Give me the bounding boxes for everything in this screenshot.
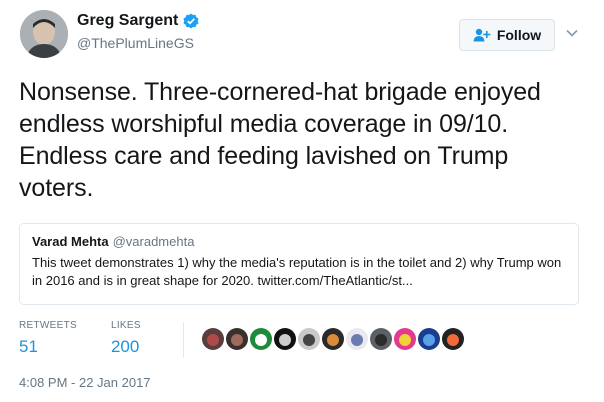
likes-label: LIKES [110, 320, 141, 331]
author-handle[interactable]: @ThePlumLineGS [77, 35, 194, 51]
quoted-author-name: Varad Mehta [32, 234, 109, 249]
liker-avatar[interactable] [417, 328, 440, 350]
avatar-photo-icon [225, 328, 248, 350]
liker-avatar[interactable] [273, 328, 296, 350]
tweet-text: Nonsense. Three-cornered-hat brigade enj… [19, 78, 541, 202]
liker-avatar[interactable] [201, 328, 224, 350]
follow-button[interactable]: Follow [459, 19, 555, 51]
liker-avatar[interactable] [225, 328, 248, 350]
avatar-photo-icon [201, 328, 224, 350]
likes-stat[interactable]: LIKES 200 [111, 320, 141, 357]
avatar-photo-icon [297, 328, 320, 350]
avatar-photo-icon [417, 328, 440, 350]
author-name-row[interactable]: Greg Sargent [77, 12, 199, 30]
author-name[interactable]: Greg Sargent [77, 12, 178, 30]
retweets-stat[interactable]: RETWEETS 51 [19, 320, 77, 357]
liker-avatar[interactable] [321, 328, 344, 350]
avatar-photo-icon [393, 328, 416, 350]
avatar-photo-icon [249, 328, 272, 350]
avatar-photo-icon [369, 328, 392, 350]
liker-avatars [201, 328, 464, 350]
quoted-tweet-header: Varad Mehta @varadmehta [32, 234, 566, 250]
avatar-photo-icon [321, 328, 344, 350]
follow-label: Follow [496, 27, 542, 43]
retweets-label: RETWEETS [19, 320, 77, 331]
avatar-photo-icon [273, 328, 296, 350]
liker-avatar[interactable] [297, 328, 320, 350]
add-user-icon [473, 28, 491, 42]
liker-avatar[interactable] [393, 328, 416, 350]
liker-avatar[interactable] [249, 328, 272, 350]
liker-avatar[interactable] [441, 328, 464, 350]
quoted-tweet-text: This tweet demonstrates 1) why the media… [32, 255, 562, 288]
likes-count[interactable]: 200 [111, 337, 141, 357]
avatar-photo-icon [441, 328, 464, 350]
chevron-down-icon[interactable] [565, 26, 579, 40]
verified-badge-icon [183, 13, 199, 29]
tweet-stats: RETWEETS 51 LIKES 200 [19, 320, 464, 358]
stats-divider [182, 322, 184, 358]
avatar-photo-icon [20, 10, 68, 58]
quoted-tweet[interactable]: Varad Mehta @varadmehta This tweet demons… [19, 223, 579, 305]
tweet-timestamp[interactable]: 4:08 PM - 22 Jan 2017 [19, 375, 151, 390]
liker-avatar[interactable] [369, 328, 392, 350]
avatar-photo-icon [345, 328, 368, 350]
quoted-author-handle: @varadmehta [112, 234, 195, 249]
author-avatar[interactable] [20, 10, 68, 58]
retweets-count[interactable]: 51 [19, 337, 77, 357]
liker-avatar[interactable] [345, 328, 368, 350]
